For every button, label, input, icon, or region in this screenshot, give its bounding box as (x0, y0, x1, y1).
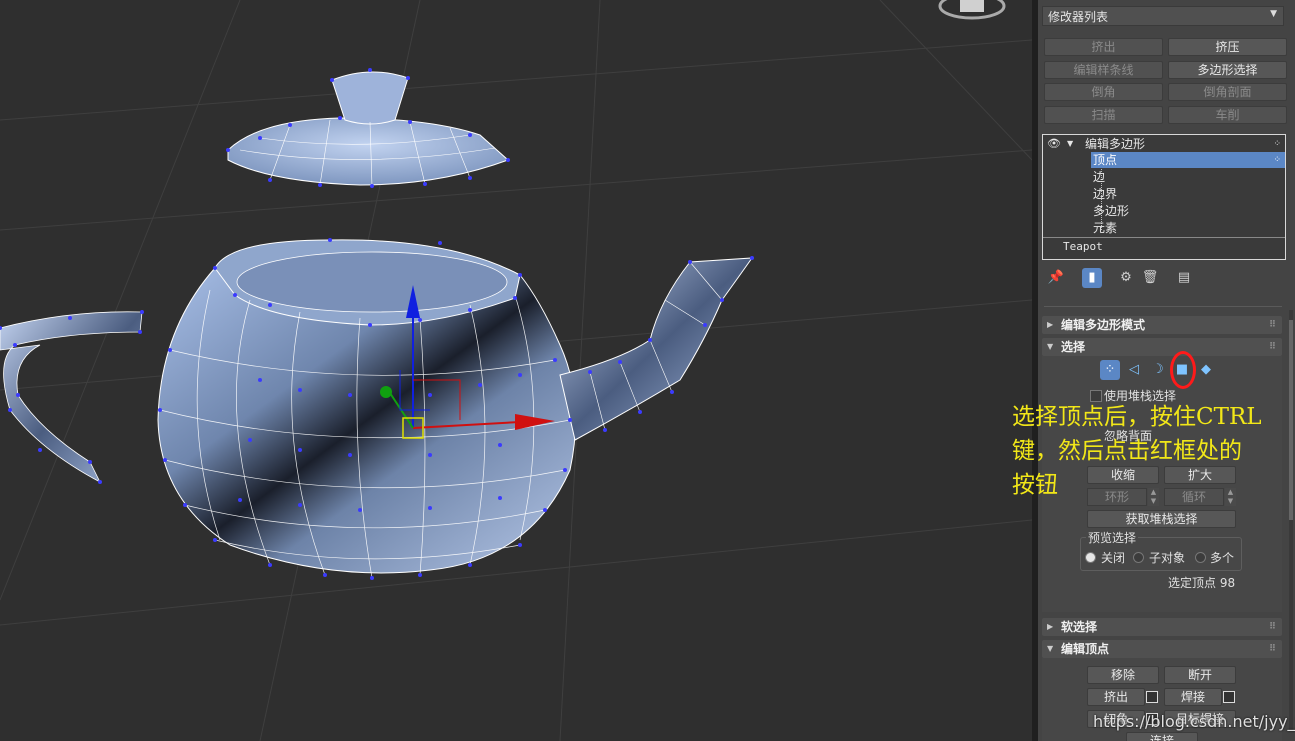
extrude-button[interactable]: 挤出 (1087, 688, 1145, 706)
expand-triangle-icon[interactable]: ▼ (1067, 136, 1073, 152)
teapot-body (157, 239, 577, 579)
collapsed-triangle-icon: ▶ (1047, 622, 1054, 631)
stack-subobject-element[interactable]: 元素 (1093, 220, 1283, 236)
collapsed-triangle-icon: ▶ (1047, 320, 1054, 329)
preview-subobject-label: 子对象 (1149, 551, 1186, 565)
rollout-title: 编辑顶点 (1061, 642, 1110, 656)
modifier-button-lathe[interactable]: 车削 (1168, 106, 1287, 124)
modifier-button-poly-select[interactable]: 多边形选择 (1168, 61, 1287, 79)
highlight-circle (1170, 351, 1196, 389)
stack-item-edit-poly[interactable]: 👁 ▼ 编辑多边形 ⁘ (1043, 136, 1285, 152)
modifier-stack[interactable]: 👁 ▼ 编辑多边形 ⁘ 顶点 ⁘ 边 边界 多边形 元素 Teapot (1042, 134, 1286, 260)
preview-multi-label: 多个 (1210, 551, 1235, 565)
vertex-mode-icon: ⁘ (1273, 139, 1281, 149)
rollout-edit-vertices[interactable]: ▼ 编辑顶点 ⠿ (1042, 640, 1282, 658)
weld-settings-icon[interactable] (1223, 691, 1235, 703)
preview-multi-radio[interactable] (1195, 552, 1206, 563)
stack-modifier-label: 编辑多边形 (1085, 137, 1146, 151)
selected-vertex-count: 选定顶点 98 (1168, 576, 1236, 590)
remove-modifier-icon[interactable]: 🗑 (1140, 268, 1160, 288)
modifier-list-label: 修改器列表 (1048, 10, 1109, 24)
viewcube-icon (938, 0, 1006, 20)
modifier-button-squeeze[interactable]: 挤压 (1168, 38, 1287, 56)
rollout-title: 编辑多边形模式 (1061, 318, 1146, 332)
connect-button[interactable]: 连接 (1126, 732, 1198, 741)
preview-off-radio[interactable] (1085, 552, 1096, 563)
modifier-button-extrude[interactable]: 挤出 (1044, 38, 1163, 56)
stack-subobject-polygon[interactable]: 多边形 (1093, 203, 1283, 219)
stack-subobject-label: 顶点 (1093, 153, 1118, 167)
rollout-selection[interactable]: ▼ 选择 ⠿ (1042, 338, 1282, 356)
stack-subobject-border[interactable]: 边界 (1093, 186, 1283, 202)
pin-stack-icon[interactable]: 📌 (1046, 268, 1066, 288)
stack-toolbar: 📌 ▮ ⚙ 🗑 ▤ (1046, 268, 1286, 290)
teapot-scene[interactable] (0, 0, 1032, 741)
rollout-edit-poly-mode[interactable]: ▶ 编辑多边形模式 ⠿ (1042, 316, 1282, 334)
break-button[interactable]: 断开 (1164, 666, 1236, 684)
make-unique-icon[interactable]: ⚙ (1116, 268, 1136, 288)
drag-handle-icon[interactable]: ⠿ (1269, 618, 1276, 636)
remove-button[interactable]: 移除 (1087, 666, 1159, 684)
watermark: https://blog.csdn.net/jyy_99 (1093, 712, 1295, 731)
preview-selection-label: 预览选择 (1086, 529, 1139, 546)
expanded-triangle-icon: ▼ (1047, 644, 1054, 653)
annotation-line: 键，然后点击红框处的 (1012, 438, 1242, 464)
extrude-settings-icon[interactable] (1146, 691, 1158, 703)
chevron-down-icon: ▼ (1270, 9, 1277, 19)
panel-separator (1044, 306, 1282, 307)
expanded-triangle-icon: ▼ (1047, 342, 1054, 351)
rollout-soft-selection[interactable]: ▶ 软选择 ⠿ (1042, 618, 1282, 636)
panel-scrollbar[interactable] (1289, 310, 1293, 730)
teapot-lid (227, 71, 509, 187)
vertex-subobject-icon[interactable]: ⁘ (1100, 360, 1120, 380)
viewport-perspective[interactable] (0, 0, 1032, 741)
teapot-handle (0, 311, 143, 483)
rollout-title: 软选择 (1061, 620, 1098, 634)
show-end-result-icon[interactable]: ▮ (1082, 268, 1102, 288)
get-stack-selection-button[interactable]: 获取堆栈选择 (1087, 510, 1236, 528)
stack-subobject-edge[interactable]: 边 (1093, 169, 1283, 185)
edge-subobject-icon[interactable]: ◁ (1124, 360, 1144, 380)
command-panel: 修改器列表 ▼ 挤出 挤压 编辑样条线 多边形选择 倒角 倒角剖面 扫描 车削 … (1038, 0, 1295, 741)
vertex-mode-icon: ⁘ (1273, 155, 1281, 165)
modifier-list-dropdown[interactable]: 修改器列表 ▼ (1042, 6, 1284, 26)
annotation-line: 选择顶点后，按住CTRL (1012, 404, 1262, 430)
annotation-line: 按钮 (1012, 472, 1058, 498)
modifier-button-edit-spline[interactable]: 编辑样条线 (1044, 61, 1163, 79)
drag-handle-icon[interactable]: ⠿ (1269, 316, 1276, 334)
preview-subobject-radio[interactable] (1133, 552, 1144, 563)
modifier-button-bevel[interactable]: 倒角 (1044, 83, 1163, 101)
stack-divider (1043, 237, 1285, 238)
stack-subobject-vertex[interactable]: 顶点 ⁘ (1091, 152, 1285, 168)
eye-icon[interactable]: 👁 (1047, 136, 1061, 152)
axis-y-handle (380, 386, 392, 398)
stack-base-object[interactable]: Teapot (1063, 239, 1263, 255)
rollout-title: 选择 (1061, 340, 1086, 354)
modifier-button-bevel-profile[interactable]: 倒角剖面 (1168, 83, 1287, 101)
drag-handle-icon[interactable]: ⠿ (1269, 338, 1276, 356)
annotation-text: 选择顶点后，按住CTRL 键，然后点击红框处的 按钮 (1012, 400, 1292, 502)
configure-modifier-sets-icon[interactable]: ▤ (1174, 268, 1194, 288)
modifier-button-sweep[interactable]: 扫描 (1044, 106, 1163, 124)
drag-handle-icon[interactable]: ⠿ (1269, 640, 1276, 658)
preview-off-label: 关闭 (1101, 551, 1126, 565)
element-subobject-icon[interactable]: ◆ (1196, 360, 1216, 380)
teapot-spout (559, 257, 754, 441)
border-subobject-icon[interactable]: ☽ (1148, 360, 1168, 380)
weld-button[interactable]: 焊接 (1164, 688, 1222, 706)
